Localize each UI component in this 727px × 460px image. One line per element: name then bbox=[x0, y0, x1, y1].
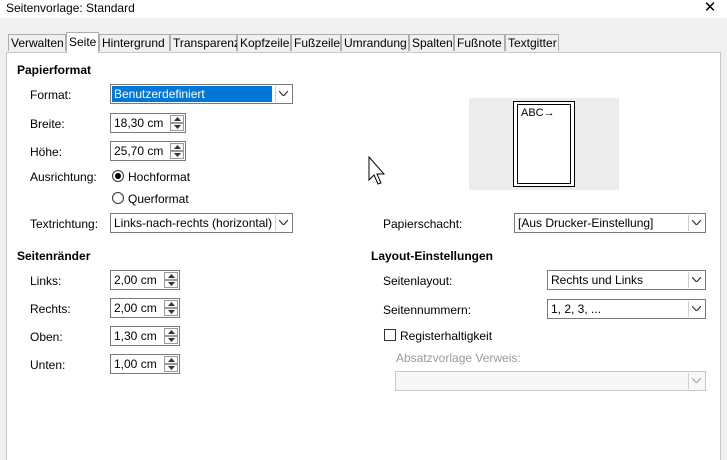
textrichtung-value: Links-nach-rechts (horizontal) bbox=[114, 216, 273, 230]
spin-down-icon[interactable] bbox=[164, 336, 178, 344]
spin-up-icon[interactable] bbox=[164, 356, 178, 364]
chevron-down-icon[interactable] bbox=[688, 272, 704, 288]
registerhaltigkeit-checkbox[interactable] bbox=[384, 329, 396, 341]
seitennummern-dropdown[interactable]: 1, 2, 3, ... bbox=[547, 299, 706, 319]
papierschacht-value: [Aus Drucker-Einstellung] bbox=[518, 216, 654, 230]
papierformat-heading: Papierformat bbox=[17, 63, 92, 77]
format-dropdown[interactable]: Benutzerdefiniert bbox=[110, 84, 293, 104]
chevron-down-icon[interactable] bbox=[275, 215, 291, 231]
textrichtung-label: Textrichtung: bbox=[30, 217, 99, 231]
seitennummern-label: Seitennummern: bbox=[383, 303, 472, 317]
chevron-down-icon[interactable] bbox=[275, 86, 291, 102]
querformat-label[interactable]: Querformat bbox=[128, 192, 189, 206]
hoehe-stepper[interactable]: 25,70 cm bbox=[110, 141, 186, 161]
preview-text: ABC→ bbox=[521, 107, 555, 119]
textrichtung-dropdown[interactable]: Links-nach-rechts (horizontal) bbox=[110, 213, 293, 233]
absatzvorlage-dropdown[interactable] bbox=[395, 371, 706, 391]
chevron-down-icon bbox=[688, 373, 704, 389]
mouse-cursor-icon bbox=[368, 155, 388, 189]
oben-label: Oben: bbox=[30, 330, 63, 344]
seitenlayout-dropdown[interactable]: Rechts und Links bbox=[547, 270, 706, 290]
seitenlayout-label: Seitenlayout: bbox=[383, 274, 453, 288]
unten-stepper[interactable]: 1,00 cm bbox=[110, 354, 180, 374]
layout-heading: Layout-Einstellungen bbox=[371, 249, 494, 263]
links-stepper[interactable]: 2,00 cm bbox=[110, 270, 180, 290]
hochformat-label[interactable]: Hochformat bbox=[128, 170, 190, 184]
rechts-label: Rechts: bbox=[30, 302, 71, 316]
breite-label: Breite: bbox=[30, 117, 65, 131]
tab-verwalten[interactable]: Verwalten bbox=[8, 34, 66, 51]
oben-value: 1,30 cm bbox=[114, 329, 157, 343]
tab-spalten[interactable]: Spalten bbox=[409, 34, 454, 51]
format-label: Format: bbox=[30, 88, 72, 102]
hoehe-value: 25,70 cm bbox=[114, 144, 164, 158]
seitenraender-heading: Seitenränder bbox=[17, 249, 91, 263]
spin-down-icon[interactable] bbox=[164, 364, 178, 372]
title-bar: Seitenvorlage: Standard ✕ bbox=[0, 0, 727, 18]
tab-textgitter[interactable]: Textgitter bbox=[505, 34, 559, 51]
spin-down-icon[interactable] bbox=[164, 308, 178, 316]
tab-fussnote[interactable]: Fußnote bbox=[454, 34, 505, 51]
spin-down-icon[interactable] bbox=[170, 151, 184, 159]
spin-up-icon[interactable] bbox=[170, 115, 184, 123]
oben-stepper[interactable]: 1,30 cm bbox=[110, 326, 180, 346]
tab-strip: Verwalten Seite Hintergrund Transparenz … bbox=[0, 32, 727, 53]
unten-value: 1,00 cm bbox=[114, 357, 157, 371]
spin-up-icon[interactable] bbox=[164, 300, 178, 308]
spin-down-icon[interactable] bbox=[170, 123, 184, 131]
tab-seite[interactable]: Seite bbox=[66, 32, 99, 53]
unten-label: Unten: bbox=[30, 358, 66, 372]
papierschacht-dropdown[interactable]: [Aus Drucker-Einstellung] bbox=[514, 213, 706, 233]
chevron-down-icon[interactable] bbox=[688, 301, 704, 317]
breite-stepper[interactable]: 18,30 cm bbox=[110, 113, 186, 133]
ausrichtung-label: Ausrichtung: bbox=[30, 170, 97, 184]
querformat-radio[interactable] bbox=[112, 192, 124, 204]
window-title: Seitenvorlage: Standard bbox=[6, 1, 135, 15]
spin-down-icon[interactable] bbox=[164, 280, 178, 288]
tab-transparenz[interactable]: Transparenz bbox=[170, 34, 240, 51]
spin-up-icon[interactable] bbox=[164, 272, 178, 280]
breite-value: 18,30 cm bbox=[114, 116, 164, 130]
rechts-stepper[interactable]: 2,00 cm bbox=[110, 298, 180, 318]
tab-umrandung[interactable]: Umrandung bbox=[341, 34, 409, 51]
registerhaltigkeit-label[interactable]: Registerhaltigkeit bbox=[400, 329, 492, 343]
seitennummern-value: 1, 2, 3, ... bbox=[551, 302, 602, 316]
spin-up-icon[interactable] bbox=[164, 328, 178, 336]
links-value: 2,00 cm bbox=[114, 273, 157, 287]
links-label: Links: bbox=[30, 274, 62, 288]
absatzvorlage-label: Absatzvorlage Verweis: bbox=[396, 351, 521, 365]
hochformat-radio[interactable] bbox=[112, 170, 124, 182]
rechts-value: 2,00 cm bbox=[114, 301, 157, 315]
format-value: Benutzerdefiniert bbox=[112, 86, 272, 102]
spin-up-icon[interactable] bbox=[170, 143, 184, 151]
close-icon[interactable]: ✕ bbox=[700, 0, 720, 18]
papierschacht-label: Papierschacht: bbox=[383, 217, 463, 231]
tab-kopfzeile[interactable]: Kopfzeile bbox=[237, 34, 291, 51]
tab-fusszeile[interactable]: Fußzeile bbox=[291, 34, 341, 51]
chevron-down-icon[interactable] bbox=[688, 215, 704, 231]
seitenlayout-value: Rechts und Links bbox=[551, 273, 644, 287]
hoehe-label: Höhe: bbox=[30, 145, 63, 159]
tab-hintergrund[interactable]: Hintergrund bbox=[99, 34, 170, 51]
